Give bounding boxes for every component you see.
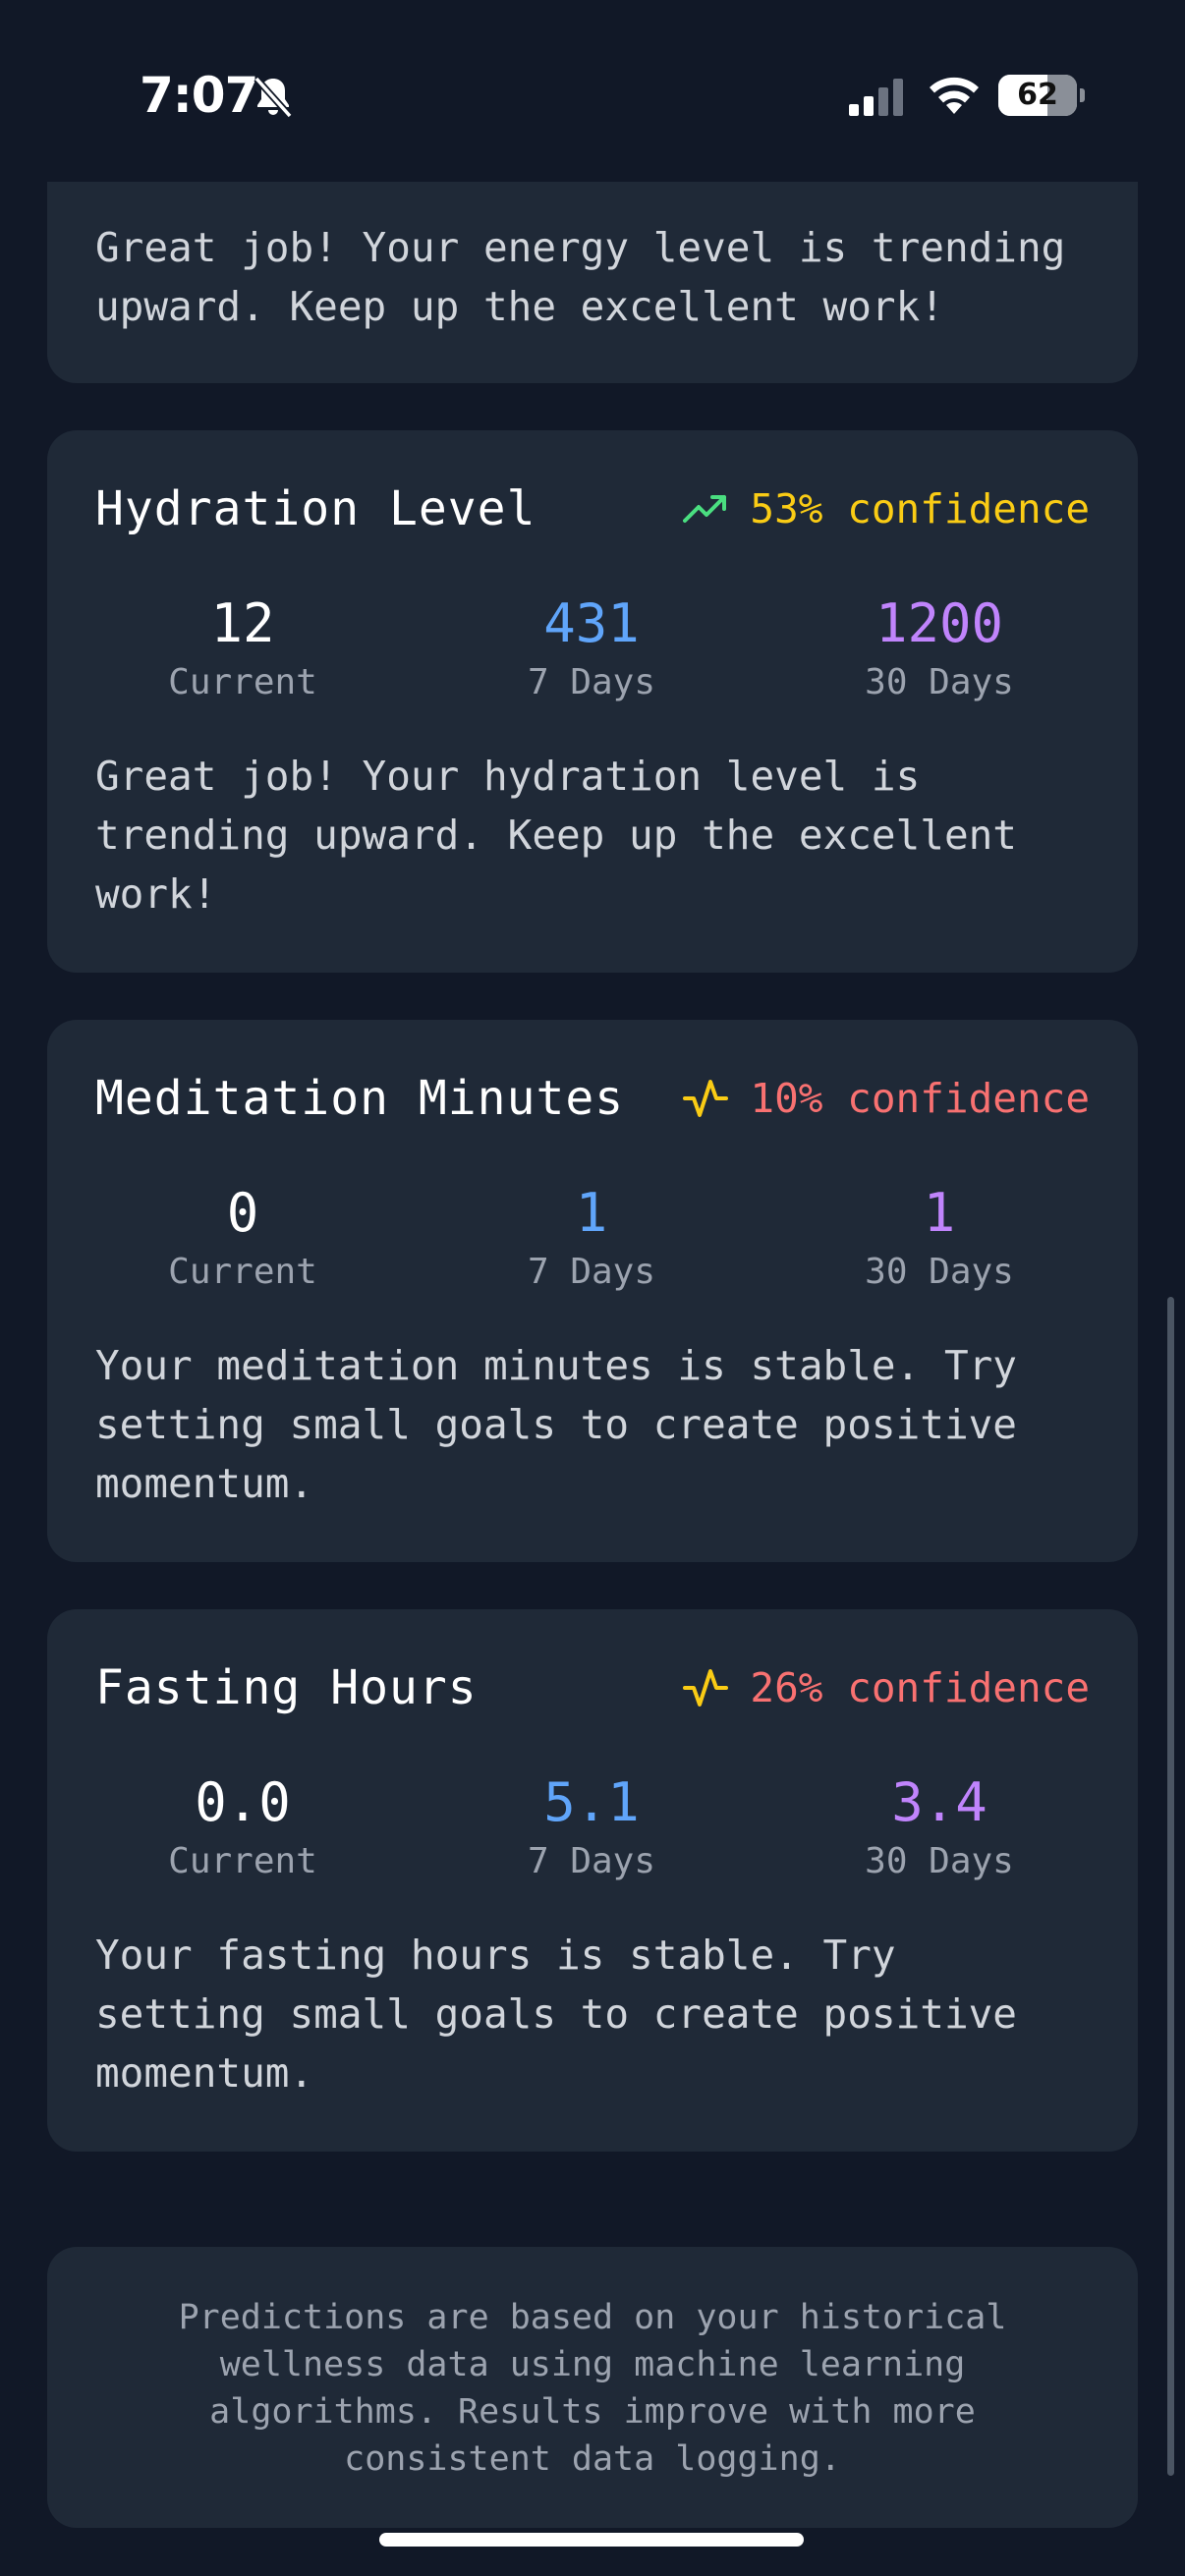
stat-7-days: 431 7 Days bbox=[464, 589, 719, 707]
metric-title: Meditation Minutes bbox=[95, 1071, 625, 1126]
stat-current-value: 0.0 bbox=[195, 1771, 291, 1833]
metric-message: Your meditation minutes is stable. Try s… bbox=[95, 1342, 1017, 1507]
stat-7-days-label: 7 Days bbox=[527, 662, 656, 702]
metric-message: Your fasting hours is stable. Try settin… bbox=[95, 1932, 1017, 2097]
predictions-disclaimer-card: Predictions are based on your historical… bbox=[47, 2247, 1138, 2528]
confidence-badge: 26% confidence bbox=[683, 1660, 1090, 1715]
metric-title: Hydration Level bbox=[95, 481, 536, 536]
stat-30-days: 1200 30 Days bbox=[812, 589, 1067, 707]
stat-current-label: Current bbox=[168, 1841, 317, 1881]
confidence-text: 26% confidence bbox=[750, 1664, 1090, 1711]
energy-card: Great job! Your energy level is trending… bbox=[47, 147, 1138, 383]
battery-indicator: 62 bbox=[998, 75, 1077, 116]
stat-30-days: 1 30 Days bbox=[812, 1179, 1067, 1297]
energy-message: Great job! Your energy level is trending… bbox=[95, 224, 1066, 330]
confidence-badge: 10% confidence bbox=[683, 1071, 1090, 1126]
stat-30-days-value: 1200 bbox=[875, 592, 1004, 654]
stat-current-label: Current bbox=[168, 1252, 317, 1292]
stat-30-days-value: 1 bbox=[923, 1182, 956, 1244]
home-indicator[interactable] bbox=[379, 2533, 804, 2547]
metric-card-meditation: Meditation Minutes 10% confidence 0 Curr… bbox=[47, 1020, 1138, 1562]
stat-30-days-value: 3.4 bbox=[891, 1771, 988, 1833]
confidence-text: 10% confidence bbox=[750, 1075, 1090, 1122]
scrollbar[interactable] bbox=[1167, 1297, 1174, 2476]
stat-current-value: 0 bbox=[226, 1182, 259, 1244]
metric-title: Fasting Hours bbox=[95, 1660, 478, 1715]
stat-7-days: 1 7 Days bbox=[464, 1179, 719, 1297]
stat-30-days-label: 30 Days bbox=[865, 662, 1014, 702]
activity-icon bbox=[683, 1080, 729, 1117]
wifi-icon bbox=[930, 77, 979, 114]
stat-7-days-value: 5.1 bbox=[543, 1771, 640, 1833]
confidence-text: 53% confidence bbox=[750, 485, 1090, 532]
metric-message: Great job! Your hydration level is trend… bbox=[95, 753, 1017, 918]
stat-current: 12 Current bbox=[115, 589, 370, 707]
stat-7-days-value: 1 bbox=[575, 1182, 608, 1244]
stat-7-days-value: 431 bbox=[543, 592, 640, 654]
stat-current: 0 Current bbox=[115, 1179, 370, 1297]
confidence-badge: 53% confidence bbox=[683, 481, 1090, 536]
stat-30-days-label: 30 Days bbox=[865, 1841, 1014, 1881]
stat-current: 0.0 Current bbox=[115, 1768, 370, 1886]
bell-slash-icon bbox=[254, 76, 293, 119]
battery-level-text: 62 bbox=[1017, 78, 1058, 112]
predictions-disclaimer-text: Predictions are based on your historical… bbox=[178, 2298, 1007, 2479]
battery-cap bbox=[1080, 88, 1085, 102]
stat-7-days: 5.1 7 Days bbox=[464, 1768, 719, 1886]
stat-current-label: Current bbox=[168, 662, 317, 702]
trending-up-icon bbox=[683, 495, 727, 523]
status-bar: 7:07 62 bbox=[0, 0, 1185, 182]
stat-30-days: 3.4 30 Days bbox=[812, 1768, 1067, 1886]
metric-card-hydration: Hydration Level 53% confidence 12 Curren… bbox=[47, 430, 1138, 973]
stat-current-value: 12 bbox=[210, 592, 275, 654]
cellular-signal-icon bbox=[849, 79, 903, 116]
stat-7-days-label: 7 Days bbox=[527, 1841, 656, 1881]
status-time: 7:07 bbox=[140, 67, 258, 124]
stat-30-days-label: 30 Days bbox=[865, 1252, 1014, 1292]
activity-icon bbox=[683, 1669, 729, 1707]
metric-card-fasting: Fasting Hours 26% confidence 0.0 Current… bbox=[47, 1609, 1138, 2152]
stat-7-days-label: 7 Days bbox=[527, 1252, 656, 1292]
